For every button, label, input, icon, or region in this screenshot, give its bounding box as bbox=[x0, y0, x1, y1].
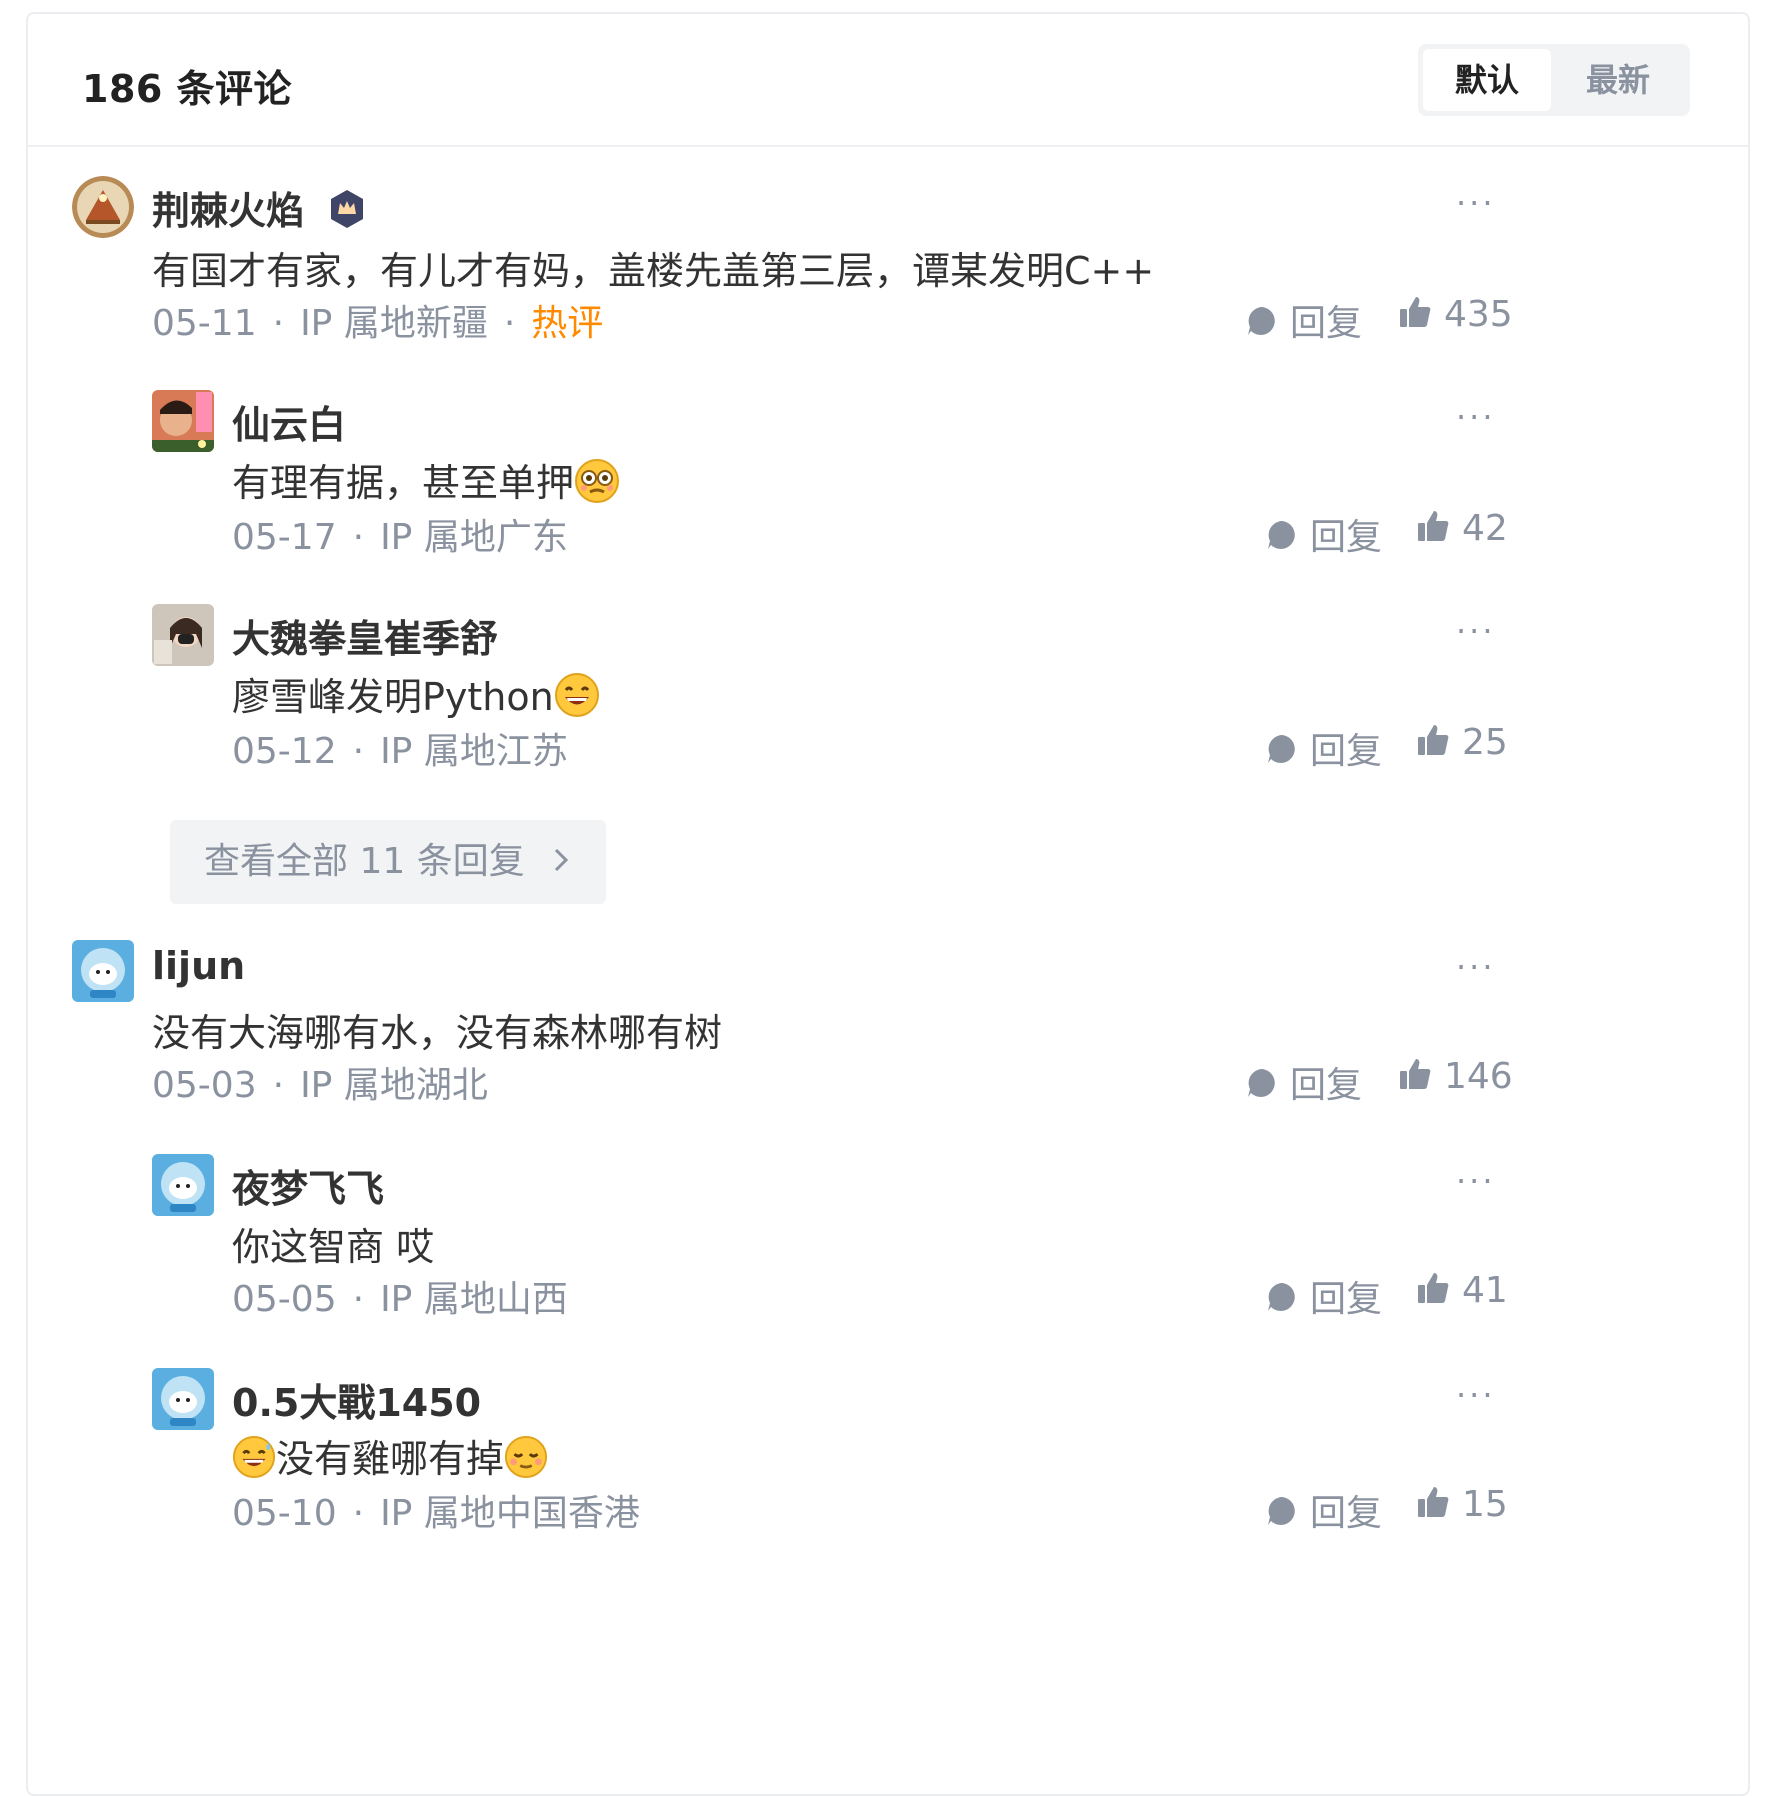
avatar[interactable] bbox=[152, 390, 214, 452]
like-button[interactable]: 15 bbox=[1416, 1484, 1508, 1528]
comment-ip: IP 属地湖北 bbox=[300, 1065, 488, 1106]
comment-count: 186 条评论 bbox=[82, 67, 293, 111]
crown-badge-icon bbox=[329, 189, 365, 238]
reply-ip: IP 属地广东 bbox=[380, 517, 568, 558]
comment-text: 有国才有家，有儿才有妈，盖楼先盖第三层，谭某发明C++ bbox=[152, 249, 1155, 293]
comment-bubble-icon bbox=[1266, 519, 1298, 560]
thumbs-up-icon bbox=[1416, 1485, 1450, 1528]
thumbs-up-icon bbox=[1416, 723, 1450, 766]
comment-meta: 05-03 · IP 属地湖北 bbox=[152, 1065, 488, 1106]
comment-author[interactable]: 荆棘火焰 bbox=[152, 180, 365, 238]
chevron-right-icon bbox=[552, 821, 570, 905]
reply-button[interactable]: 回复 bbox=[1266, 1270, 1382, 1322]
hot-tag: 热评 bbox=[531, 303, 604, 344]
comment-meta: 05-11 · IP 属地新疆 · 热评 bbox=[152, 303, 604, 344]
reply-text: 廖雪峰发明Python bbox=[232, 666, 600, 727]
reply-author[interactable]: 夜梦飞飞 bbox=[232, 1158, 384, 1213]
more-icon[interactable]: ··· bbox=[1456, 1376, 1496, 1414]
sort-default-button[interactable]: 默认 bbox=[1423, 49, 1551, 111]
avatar[interactable] bbox=[72, 940, 134, 1002]
more-icon[interactable]: ··· bbox=[1456, 612, 1496, 650]
reply-date: 05-10 bbox=[232, 1493, 337, 1534]
avatar[interactable] bbox=[152, 1154, 214, 1216]
reply-date: 05-05 bbox=[232, 1279, 337, 1320]
reply-meta: 05-12 · IP 属地江苏 bbox=[232, 731, 568, 772]
comment-bubble-icon bbox=[1246, 305, 1278, 346]
like-button[interactable]: 435 bbox=[1398, 294, 1513, 338]
reply-text: 有理有据，甚至单押 bbox=[232, 452, 620, 513]
view-all-replies-button[interactable]: 查看全部 11 条回复 bbox=[170, 820, 606, 904]
reply-date: 05-17 bbox=[232, 517, 337, 558]
thumbs-up-icon bbox=[1416, 509, 1450, 552]
reply-date: 05-12 bbox=[232, 731, 337, 772]
reply-ip: IP 属地山西 bbox=[380, 1279, 568, 1320]
thumbs-up-icon bbox=[1398, 1057, 1432, 1100]
more-icon[interactable]: ··· bbox=[1456, 948, 1496, 986]
avatar[interactable] bbox=[152, 1368, 214, 1430]
reply-button[interactable]: 回复 bbox=[1266, 508, 1382, 560]
reply-text: 没有雞哪有掉 bbox=[232, 1428, 548, 1488]
thumbs-up-icon bbox=[1398, 295, 1432, 338]
reply-text: 你这智商 哎 bbox=[232, 1225, 435, 1269]
reply-meta: 05-17 · IP 属地广东 bbox=[232, 517, 568, 558]
grinning-emoji-icon bbox=[554, 672, 600, 727]
relieved-emoji-icon bbox=[504, 1435, 548, 1488]
reply-button[interactable]: 回复 bbox=[1246, 1056, 1362, 1108]
comment-date: 05-03 bbox=[152, 1065, 257, 1106]
more-icon[interactable]: ··· bbox=[1456, 1162, 1496, 1200]
reply-author[interactable]: 0.5大戰1450 bbox=[232, 1372, 481, 1427]
avatar[interactable] bbox=[152, 604, 214, 666]
like-button[interactable]: 25 bbox=[1416, 722, 1508, 766]
like-button[interactable]: 146 bbox=[1398, 1056, 1513, 1100]
reply-meta: 05-10 · IP 属地中国香港 bbox=[232, 1493, 640, 1534]
reply-meta: 05-05 · IP 属地山西 bbox=[232, 1279, 568, 1320]
reply-button[interactable]: 回复 bbox=[1266, 1484, 1382, 1536]
reply-button[interactable]: 回复 bbox=[1246, 294, 1362, 346]
comments-header: 186 条评论 默认 最新 bbox=[28, 14, 1748, 147]
comment-author[interactable]: lijun bbox=[152, 944, 245, 988]
comments-panel: 186 条评论 默认 最新 荆棘火焰 ··· 有国才有家，有儿才有妈，盖楼先盖第… bbox=[26, 12, 1750, 1796]
reply-author[interactable]: 大魏拳皇崔季舒 bbox=[232, 608, 498, 663]
comment-date: 05-11 bbox=[152, 303, 257, 344]
more-icon[interactable]: ··· bbox=[1456, 184, 1496, 222]
more-icon[interactable]: ··· bbox=[1456, 398, 1496, 436]
reply-button[interactable]: 回复 bbox=[1266, 722, 1382, 774]
like-button[interactable]: 42 bbox=[1416, 508, 1508, 552]
comment-bubble-icon bbox=[1266, 1495, 1298, 1536]
sweat-smile-emoji-icon bbox=[232, 1435, 276, 1488]
reply-ip: IP 属地江苏 bbox=[380, 731, 568, 772]
reply-ip: IP 属地中国香港 bbox=[380, 1493, 640, 1534]
like-button[interactable]: 41 bbox=[1416, 1270, 1508, 1314]
sort-latest-button[interactable]: 最新 bbox=[1554, 49, 1682, 111]
comment-bubble-icon bbox=[1246, 1067, 1278, 1108]
comment-bubble-icon bbox=[1266, 733, 1298, 774]
reply-author[interactable]: 仙云白 bbox=[232, 394, 346, 449]
comment-ip: IP 属地新疆 bbox=[300, 303, 488, 344]
thumbs-up-icon bbox=[1416, 1271, 1450, 1314]
flushed-emoji-icon bbox=[574, 458, 620, 513]
sort-toggle: 默认 最新 bbox=[1418, 44, 1690, 116]
avatar[interactable] bbox=[72, 176, 134, 238]
comment-text: 没有大海哪有水，没有森林哪有树 bbox=[152, 1011, 723, 1055]
comment-bubble-icon bbox=[1266, 1281, 1298, 1322]
